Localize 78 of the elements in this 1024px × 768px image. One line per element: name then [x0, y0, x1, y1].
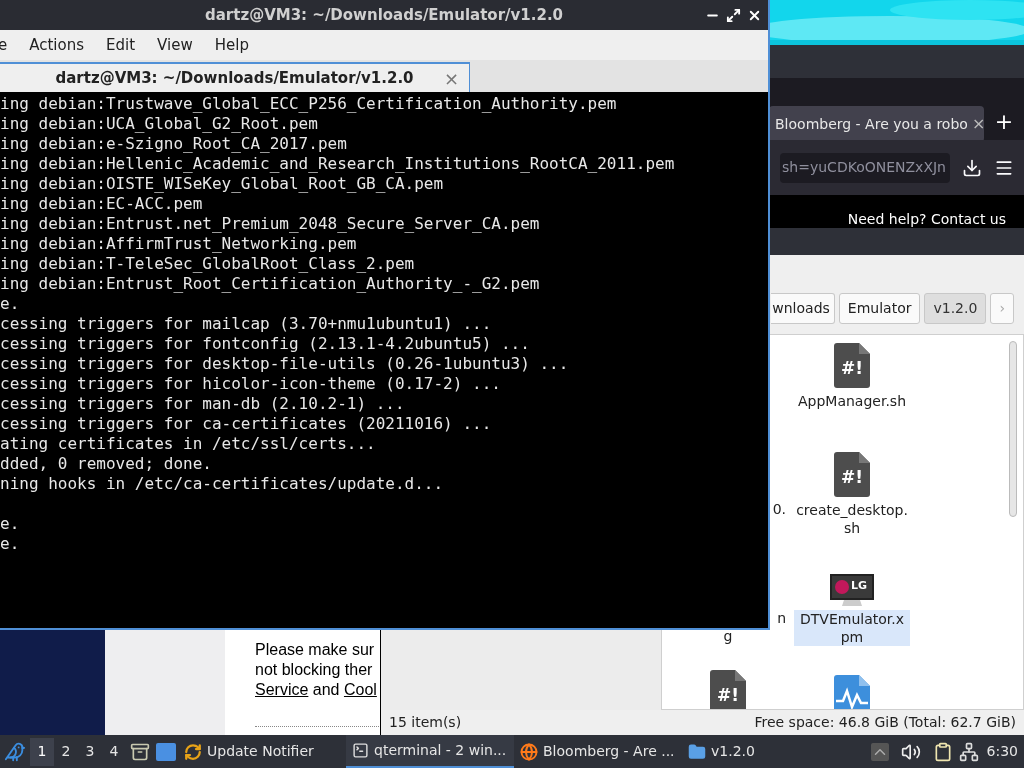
task-button[interactable]: Update Notifier — [178, 735, 346, 768]
breadcrumb-button[interactable]: wnloads — [770, 292, 835, 324]
page-text: Please make sur — [255, 640, 375, 660]
output-line: cessing triggers for hicolor-icon-theme (0.17-2) ... — [0, 374, 501, 394]
browser-tab[interactable]: Bloomberg - Are you a robo × — [769, 106, 984, 142]
close-tab-button[interactable]: × — [971, 112, 986, 136]
output-line: ing debian:Trustwave_Global_ECC_P256_Certification_Authority.pem — [0, 94, 617, 114]
output-line: ing debian:e-Szigno_Root_CA_2017.pem — [0, 134, 347, 154]
output-line: cessing triggers for fontconfig (2.13.1-4.2ubuntu5) ... — [0, 334, 530, 354]
free-space: Free space: 46.8 GiB (Total: 62.7 GiB) — [754, 713, 1016, 732]
task-button[interactable]: v1.2.0 — [682, 735, 850, 768]
output-line: cessing triggers for ca-certificates (20211016) ... — [0, 414, 492, 434]
file-item[interactable]: #! create_desktop.sh — [794, 444, 910, 553]
folder-icon — [688, 742, 706, 761]
menu-item[interactable]: Edit — [106, 33, 136, 57]
output-line: ing debian:OISTE_WISeKey_Global_Root_GB_CA.pem — [0, 174, 444, 194]
output-line: e. — [0, 294, 20, 314]
task-button[interactable]: qterminal - 2 win... — [346, 735, 514, 768]
output-line: ning hooks in /etc/ca-certificates/update.d... — [0, 474, 444, 494]
file-name: n — [777, 609, 786, 627]
window-title: dartz@VM3: ~/Downloads/Emulator/v1.2.0 — [203, 4, 565, 26]
script-file-icon: #! — [834, 452, 870, 497]
file-manager-icon[interactable] — [130, 741, 150, 762]
output-line: ing debian:UCA_Global_G2_Root.pem — [0, 114, 318, 134]
workspace-button[interactable]: 3 — [78, 737, 102, 766]
output-line: ing debian:Entrust_Root_Certification_Authority_-_G2.pem — [0, 274, 540, 294]
output-line: ing debian:Hellenic_Academic_and_Research_Institutions_RootCA_2011.pem — [0, 154, 675, 174]
script-file-icon: #! — [834, 343, 870, 388]
file-item[interactable]: #! AppManager.sh — [794, 335, 910, 444]
output-line: ing debian:AffirmTrust_Networking.pem — [0, 234, 357, 254]
output-line: dded, 0 removed; done. — [0, 454, 212, 474]
file-name: create_desktop.sh — [795, 501, 909, 537]
output-line: cessing triggers for desktop-file-utils (0.26-1ubuntu3) ... — [0, 354, 569, 374]
task-button[interactable]: Bloomberg - Are ... — [514, 735, 682, 768]
workspace-button[interactable]: 2 — [54, 737, 78, 766]
breadcrumb-button[interactable]: v1.2.0 — [924, 292, 987, 324]
file-name: AppManager.sh — [796, 392, 908, 410]
network-icon[interactable] — [958, 741, 979, 762]
output-line: e. — [0, 534, 20, 554]
menu-item[interactable]: Actions — [29, 33, 85, 57]
output-line: ing debian:EC-ACC.pem — [0, 194, 203, 214]
close-tab-button[interactable]: × — [443, 64, 459, 92]
output-line: cessing triggers for mailcap (3.70+nmu1ubuntu1) ... — [0, 314, 492, 334]
download-icon[interactable] — [962, 157, 982, 178]
workspace-button[interactable]: 1 — [30, 737, 54, 766]
output-line: e. — [0, 514, 20, 534]
url-field[interactable]: sh=yuCDKoONENZxXJn — [780, 152, 950, 183]
start-menu-icon[interactable] — [4, 740, 26, 763]
output-line: ating certificates in /etc/ssl/certs... — [0, 434, 376, 454]
show-desktop-icon[interactable] — [156, 742, 176, 761]
output-line: cessing triggers for man-db (2.10.2-1) ... — [0, 394, 405, 414]
file-name: g — [723, 627, 733, 645]
page-text: Service and Cool — [255, 680, 377, 700]
tray-expand-icon[interactable] — [870, 742, 889, 761]
script-file-icon: #! — [710, 670, 746, 709]
file-name: DTVEmulator.xpm — [794, 610, 910, 646]
output-line: ing debian:Entrust.net_Premium_2048_Secure_Server_CA.pem — [0, 214, 540, 234]
output-line: ing debian:T-TeleSec_GlobalRoot_Class_2.pem — [0, 254, 415, 274]
item-count: 15 item(s) — [389, 713, 462, 732]
workspace-button[interactable]: 4 — [102, 737, 126, 766]
breadcrumb-button[interactable]: Emulator — [838, 292, 921, 324]
text-link[interactable]: Cool — [343, 681, 377, 698]
terminal-icon — [352, 742, 369, 759]
page-text: not blocking ther — [255, 660, 373, 680]
update-icon — [184, 742, 202, 761]
contact-link[interactable]: Need help? Contact us — [847, 210, 1006, 228]
clock[interactable]: 6:30 — [986, 741, 1018, 762]
volume-icon[interactable] — [900, 741, 921, 762]
maximize-icon[interactable] — [726, 7, 741, 23]
terminal-tab[interactable]: dartz@VM3: ~/Downloads/Emulator/v1.2.0 × — [0, 62, 470, 92]
menu-item[interactable]: Help — [214, 33, 249, 57]
globe-icon — [520, 742, 538, 761]
scrollbar[interactable] — [1009, 341, 1017, 517]
file-name: 0. — [772, 500, 786, 518]
text-link[interactable]: Service — [255, 681, 309, 698]
menu-item[interactable]: View — [157, 33, 193, 57]
file-item[interactable]: LG DTVEmulator.xpm — [794, 553, 910, 662]
new-tab-button[interactable]: + — [984, 104, 1024, 140]
